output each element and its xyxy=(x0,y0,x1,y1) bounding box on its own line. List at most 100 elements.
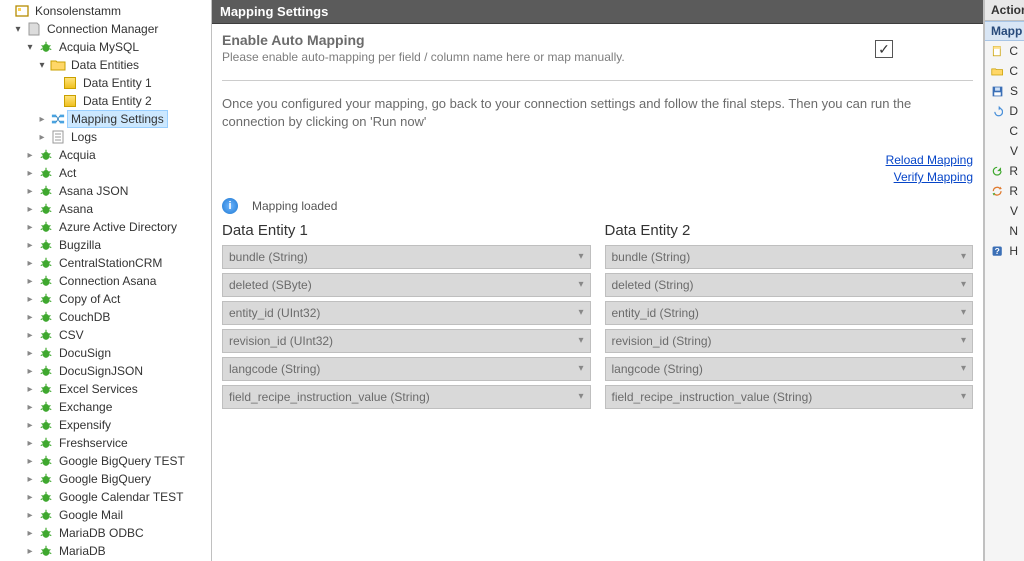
connector-label: CSV xyxy=(56,327,87,343)
expander-icon[interactable] xyxy=(24,491,36,503)
tree-connector[interactable]: CSV xyxy=(0,326,211,344)
expander-icon[interactable] xyxy=(24,437,36,449)
field-dropdown[interactable]: bundle (String)▾ xyxy=(222,245,591,269)
logs-label: Logs xyxy=(68,129,100,145)
tree-connection-manager[interactable]: Connection Manager xyxy=(0,20,211,38)
field-dropdown[interactable]: langcode (String)▾ xyxy=(605,357,974,381)
tree-connector[interactable]: Copy of Act xyxy=(0,290,211,308)
data-entity-1-label: Data Entity 1 xyxy=(80,75,155,91)
tree-connector[interactable]: Connection Asana xyxy=(0,272,211,290)
expander-icon[interactable] xyxy=(24,203,36,215)
tree-connector[interactable]: Exchange xyxy=(0,398,211,416)
verify-mapping-link[interactable]: Verify Mapping xyxy=(222,170,973,184)
folder-icon xyxy=(991,64,1003,78)
tree-connector[interactable]: Google Mail xyxy=(0,506,211,524)
tree-connector[interactable]: DocuSignJSON xyxy=(0,362,211,380)
tree-connector[interactable]: Acquia xyxy=(0,146,211,164)
tree-data-entities[interactable]: Data Entities xyxy=(0,56,211,74)
tree-acquia-mysql[interactable]: Acquia MySQL xyxy=(0,38,211,56)
action-item[interactable]: N xyxy=(985,221,1024,241)
mapping-status-text: Mapping loaded xyxy=(252,199,337,213)
expander-icon[interactable] xyxy=(24,239,36,251)
action-item[interactable]: R xyxy=(985,161,1024,181)
action-item[interactable]: C xyxy=(985,121,1024,141)
field-dropdown[interactable]: entity_id (String)▾ xyxy=(605,301,974,325)
expander-icon[interactable] xyxy=(24,365,36,377)
tree-connector[interactable]: MariaDB xyxy=(0,542,211,560)
connector-label: Exchange xyxy=(56,399,115,415)
field-dropdown[interactable]: langcode (String)▾ xyxy=(222,357,591,381)
field-dropdown[interactable]: revision_id (String)▾ xyxy=(605,329,974,353)
expander-icon[interactable] xyxy=(24,527,36,539)
tree-data-entity-2[interactable]: Data Entity 2 xyxy=(0,92,211,110)
action-item[interactable]: C xyxy=(985,41,1024,61)
expander-icon[interactable] xyxy=(24,401,36,413)
expander-icon[interactable] xyxy=(24,167,36,179)
expander-icon[interactable] xyxy=(24,221,36,233)
tree-root[interactable]: Konsolenstamm xyxy=(0,2,211,20)
field-dropdown[interactable]: revision_id (UInt32)▾ xyxy=(222,329,591,353)
tree-data-entity-1[interactable]: Data Entity 1 xyxy=(0,74,211,92)
expander-icon[interactable] xyxy=(24,185,36,197)
action-item[interactable]: ?H xyxy=(985,241,1024,261)
action-item[interactable]: V xyxy=(985,141,1024,161)
expander-icon[interactable] xyxy=(36,131,48,143)
field-label: deleted (String) xyxy=(612,278,694,292)
connector-label: Azure Active Directory xyxy=(56,219,180,235)
reload-mapping-link[interactable]: Reload Mapping xyxy=(222,153,973,167)
action-item[interactable]: S xyxy=(985,81,1024,101)
tree-connector[interactable]: CouchDB xyxy=(0,308,211,326)
tree-connector[interactable]: Asana JSON xyxy=(0,182,211,200)
tree-connector[interactable]: Expensify xyxy=(0,416,211,434)
expander-icon[interactable] xyxy=(12,23,24,35)
tree-connector[interactable]: Azure Active Directory xyxy=(0,218,211,236)
expander-icon[interactable] xyxy=(24,293,36,305)
expander-icon[interactable] xyxy=(24,545,36,557)
tree-connector[interactable]: Google BigQuery xyxy=(0,470,211,488)
tree-mapping-settings[interactable]: Mapping Settings xyxy=(0,110,211,128)
field-dropdown[interactable]: deleted (String)▾ xyxy=(605,273,974,297)
expander-icon[interactable] xyxy=(36,59,48,71)
connector-icon xyxy=(38,453,54,469)
tree-connector[interactable]: Google Calendar TEST xyxy=(0,488,211,506)
tree-connector[interactable]: Excel Services xyxy=(0,380,211,398)
expander-icon[interactable] xyxy=(24,383,36,395)
tree-connector[interactable]: Bugzilla xyxy=(0,236,211,254)
field-dropdown[interactable]: deleted (SByte) ▾ xyxy=(222,273,591,297)
expander-icon[interactable] xyxy=(24,419,36,431)
expander-icon[interactable] xyxy=(24,41,36,53)
enable-auto-mapping-checkbox[interactable] xyxy=(875,40,893,58)
right-column-header: Data Entity 2 xyxy=(605,222,974,239)
refresh-g-icon xyxy=(991,164,1003,178)
field-dropdown[interactable]: field_recipe_instruction_value (String)▾ xyxy=(222,385,591,409)
expander-icon[interactable] xyxy=(24,257,36,269)
action-item[interactable]: R xyxy=(985,181,1024,201)
tree-connector[interactable]: Asana xyxy=(0,200,211,218)
field-dropdown[interactable]: bundle (String)▾ xyxy=(605,245,974,269)
tree-connector[interactable]: DocuSign xyxy=(0,344,211,362)
chevron-down-icon: ▾ xyxy=(578,279,583,290)
action-label: V xyxy=(1010,144,1018,158)
tree-connector[interactable]: CentralStationCRM xyxy=(0,254,211,272)
expander-icon[interactable] xyxy=(36,113,48,125)
expander-icon[interactable] xyxy=(24,275,36,287)
tree-connector[interactable]: Google BigQuery TEST xyxy=(0,452,211,470)
expander-icon[interactable] xyxy=(24,347,36,359)
field-label: deleted (SByte) xyxy=(229,278,312,292)
tree-connector[interactable]: Freshservice xyxy=(0,434,211,452)
center-panel: Mapping Settings Enable Auto Mapping Ple… xyxy=(212,0,984,561)
field-dropdown[interactable]: field_recipe_instruction_value (String)▾ xyxy=(605,385,974,409)
expander-icon[interactable] xyxy=(24,509,36,521)
tree-logs[interactable]: Logs xyxy=(0,128,211,146)
field-dropdown[interactable]: entity_id (UInt32)▾ xyxy=(222,301,591,325)
expander-icon[interactable] xyxy=(24,311,36,323)
action-item[interactable]: V xyxy=(985,201,1024,221)
expander-icon[interactable] xyxy=(24,473,36,485)
action-item[interactable]: C xyxy=(985,61,1024,81)
action-item[interactable]: D xyxy=(985,101,1024,121)
tree-connector[interactable]: MariaDB ODBC xyxy=(0,524,211,542)
tree-connector[interactable]: Act xyxy=(0,164,211,182)
expander-icon[interactable] xyxy=(24,329,36,341)
expander-icon[interactable] xyxy=(24,149,36,161)
expander-icon[interactable] xyxy=(24,455,36,467)
